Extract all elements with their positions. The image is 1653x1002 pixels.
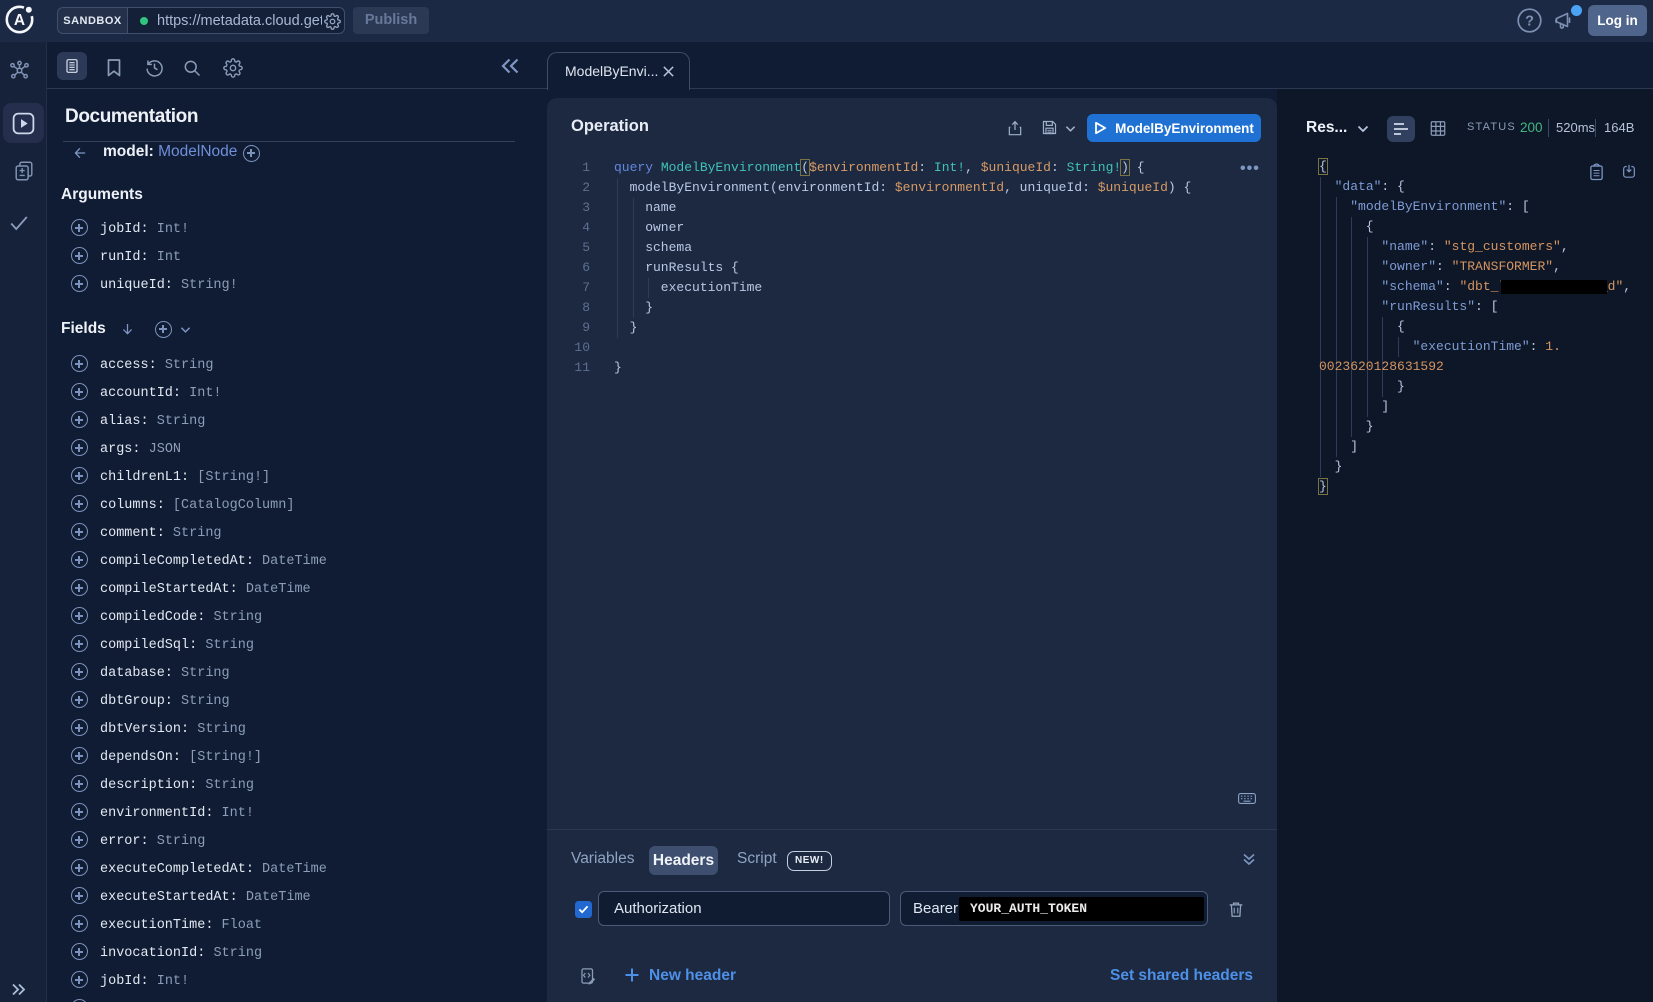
svg-text:A: A <box>14 12 25 29</box>
svg-text:?: ? <box>1525 14 1534 30</box>
